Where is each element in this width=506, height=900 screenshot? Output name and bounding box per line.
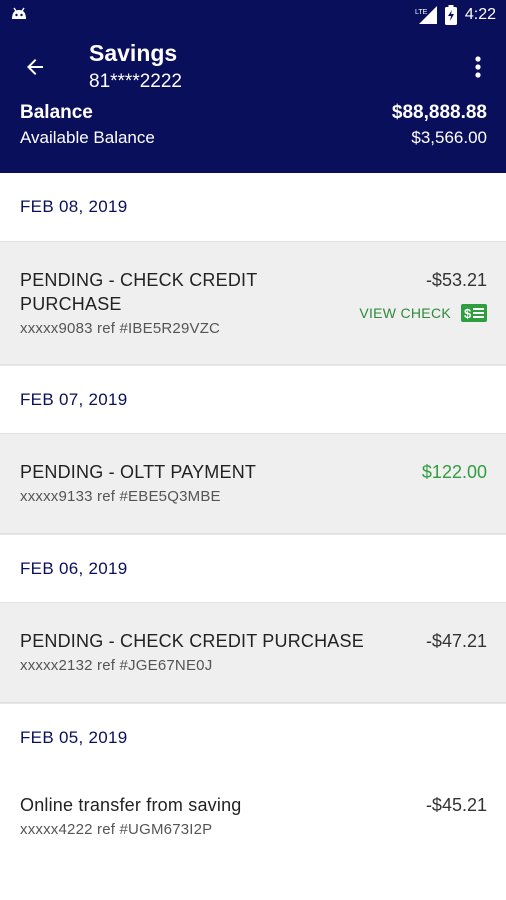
status-bar: LTE 4:22 <box>0 0 506 30</box>
more-vert-icon <box>475 56 481 78</box>
lte-signal-icon: LTE <box>415 6 437 24</box>
balance-value: $88,888.88 <box>391 102 487 123</box>
available-balance-label: Available Balance <box>20 128 155 147</box>
overflow-menu-button[interactable] <box>460 46 496 88</box>
transaction-row[interactable]: Online transfer from saving xxxxx4222 re… <box>0 771 506 871</box>
transaction-description-line1: PENDING - CHECK CREDIT <box>20 270 258 290</box>
back-button[interactable] <box>14 46 56 88</box>
transaction-description: PENDING - OLTT PAYMENT <box>20 462 257 482</box>
balance-label: Balance <box>20 102 93 123</box>
transaction-amount: -$47.21 <box>425 631 487 651</box>
status-icons: LTE 4:22 <box>415 4 496 26</box>
date-header: FEB 06, 2019 <box>0 534 506 602</box>
svg-text:LTE: LTE <box>415 9 428 16</box>
transaction-amount: -$45.21 <box>425 795 487 815</box>
transaction-list: FEB 08, 2019 PENDING - CHECK CREDIT PURC… <box>0 173 506 871</box>
android-icon <box>10 6 28 24</box>
transaction-amount: $122.00 <box>421 462 487 482</box>
transaction-row[interactable]: PENDING - CHECK CREDIT PURCHASE xxxxx908… <box>0 241 506 365</box>
date-header: FEB 05, 2019 <box>0 703 506 771</box>
transaction-description: PENDING - CHECK CREDIT PURCHASE <box>20 631 364 651</box>
available-balance-value: $3,566.00 <box>411 128 487 147</box>
check-image-icon: $ <box>461 304 487 322</box>
transaction-reference: xxxxx4222 ref #UGM673I2P <box>20 821 213 838</box>
account-header: Savings 81****2222 Balance $88,888.88 Av… <box>0 30 506 173</box>
battery-charging-icon <box>444 5 457 25</box>
account-title: Savings <box>89 40 178 66</box>
transaction-amount: -$53.21 <box>425 270 487 290</box>
view-check-button[interactable]: VIEW CHECK $ <box>359 304 487 322</box>
transaction-reference: xxxxx2132 ref #JGE67NE0J <box>20 657 213 674</box>
svg-text:$: $ <box>464 306 472 321</box>
date-header: FEB 08, 2019 <box>0 173 506 241</box>
transaction-description: Online transfer from saving <box>20 795 242 815</box>
transaction-description-line2: PURCHASE <box>20 294 122 314</box>
date-header: FEB 07, 2019 <box>0 365 506 433</box>
transaction-description: PENDING - CHECK CREDIT PURCHASE <box>20 268 257 316</box>
transaction-row[interactable]: PENDING - CHECK CREDIT PURCHASE xxxxx213… <box>0 602 506 703</box>
status-time: 4:22 <box>464 6 496 23</box>
account-number: 81****2222 <box>89 71 182 92</box>
transaction-reference: xxxxx9083 ref #IBE5R29VZC <box>20 320 221 337</box>
arrow-back-icon <box>27 59 43 75</box>
transaction-row[interactable]: PENDING - OLTT PAYMENT xxxxx9133 ref #EB… <box>0 433 506 534</box>
transaction-reference: xxxxx9133 ref #EBE5Q3MBE <box>20 488 221 505</box>
view-check-label: VIEW CHECK <box>359 305 451 321</box>
